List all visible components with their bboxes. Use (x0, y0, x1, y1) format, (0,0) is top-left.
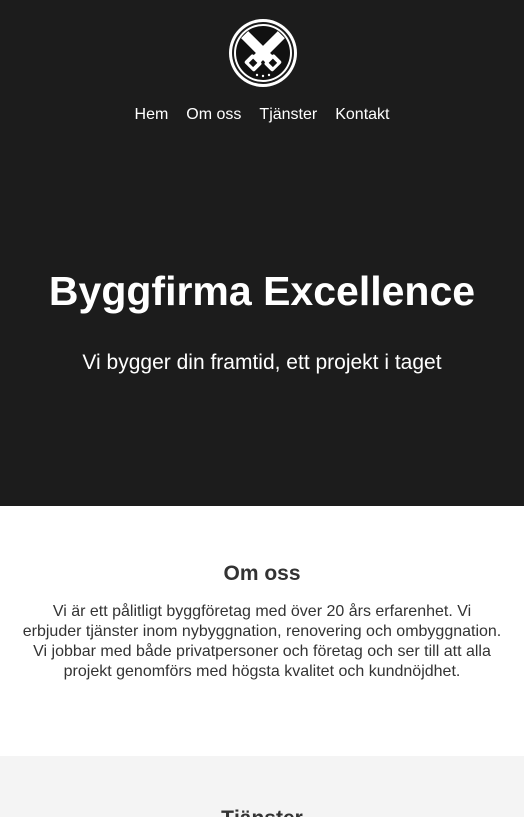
about-text: Vi är ett pålitligt byggföretag med över… (22, 603, 502, 680)
saw-logo-graphic (229, 19, 297, 87)
about-section: Om oss Vi är ett pålitligt byggföretag m… (0, 506, 524, 756)
nav-item-kontakt[interactable]: Kontakt (335, 106, 389, 124)
services-heading: Tjänster (0, 807, 524, 817)
nav-item-tjanster[interactable]: Tjänster (259, 106, 317, 124)
nav-item-hem[interactable]: Hem (135, 106, 169, 124)
hero-title: Byggfirma Excellence (48, 268, 476, 314)
services-section: Tjänster (0, 756, 524, 817)
saw-logo-icon[interactable] (227, 17, 299, 89)
hero-subtitle: Vi bygger din framtid, ett projekt i tag… (82, 351, 442, 374)
about-heading: Om oss (223, 562, 301, 585)
hero-section: Hem Om oss Tjänster Kontakt Byggfirma Ex… (0, 0, 524, 506)
main-nav: Hem Om oss Tjänster Kontakt (0, 106, 524, 124)
nav-item-om-oss[interactable]: Om oss (186, 106, 241, 124)
